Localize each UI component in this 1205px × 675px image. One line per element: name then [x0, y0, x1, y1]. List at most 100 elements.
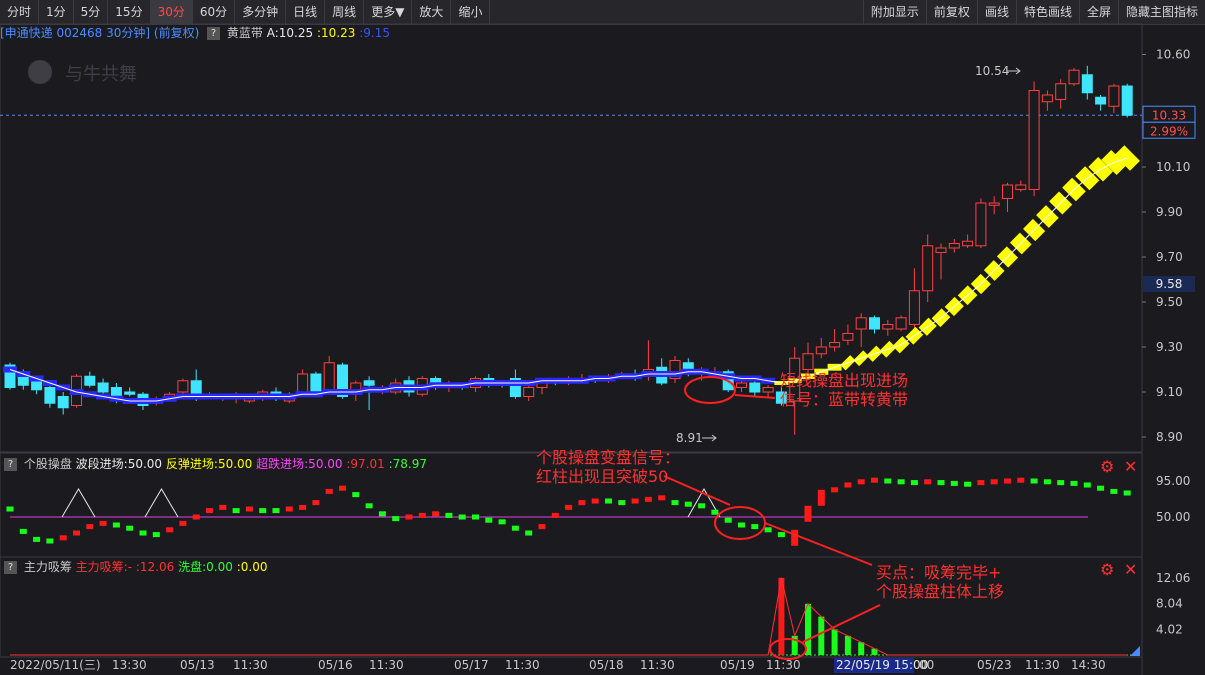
ind1-bar: [764, 527, 772, 533]
annotation-pointer-3a: [764, 522, 873, 566]
mark-price-tag: 9.58: [1156, 277, 1183, 291]
ind1-bar: [1004, 478, 1011, 484]
ind1-bar: [339, 485, 346, 491]
candle-body: [975, 202, 987, 247]
candle-body: [802, 353, 814, 370]
ind1-bar: [551, 512, 559, 518]
ind1-bar: [352, 492, 360, 498]
time-axis-label: 05/13: [180, 658, 215, 672]
ind2-bar: [818, 616, 825, 655]
time-axis-label: 05/18: [589, 658, 624, 672]
candle-body: [762, 387, 774, 393]
ind1-bar: [1123, 490, 1131, 496]
high-price-label: 10.54: [975, 64, 1009, 78]
ind1-axis-label: 95.00: [1156, 474, 1190, 488]
ind1-bar: [1057, 480, 1065, 486]
candle-body: [1095, 96, 1107, 105]
ind1-bar: [179, 520, 187, 526]
ind1-bar: [804, 505, 812, 522]
band-line: [9, 157, 1128, 402]
annotation-1-line-1: 短线操盘出现进场: [780, 371, 908, 390]
ind1-bar: [219, 504, 227, 510]
ind1-bar: [392, 516, 400, 522]
time-axis-label: 05/23: [977, 658, 1012, 672]
price-axis-label: 9.10: [1156, 385, 1183, 399]
candle-body: [84, 375, 96, 386]
time-axis-label: 11:30: [233, 658, 268, 672]
candle-body: [882, 324, 894, 330]
ind1-bar: [817, 489, 825, 506]
ind1-bar: [405, 514, 413, 520]
candle-body: [869, 317, 880, 330]
ind1-triangle: [144, 488, 179, 518]
candle-body: [1002, 184, 1013, 199]
ind1-bar: [924, 479, 932, 485]
ind1-bar: [206, 508, 213, 514]
close-icon: ✕: [1124, 560, 1137, 579]
ind1-bar: [658, 495, 666, 501]
time-axis-label: 14:30: [1071, 658, 1106, 672]
time-axis-label: 2022/05/11(三): [10, 658, 101, 672]
ind1-bar: [751, 524, 759, 530]
ind2-bar: [844, 635, 851, 655]
ind1-bar: [857, 479, 865, 485]
candle-body: [829, 342, 841, 348]
ind1-bar: [631, 498, 639, 504]
price-axis-label: 9.30: [1156, 340, 1183, 354]
ind1-bar: [950, 480, 958, 486]
ind1-bar: [684, 501, 692, 507]
ind1-bar: [432, 511, 440, 517]
ind1-bar: [724, 517, 732, 523]
candle-body: [1028, 90, 1040, 190]
ind1-bar: [1043, 479, 1051, 485]
candle-body: [297, 373, 309, 393]
ind1-bar: [99, 520, 107, 526]
ind1-bar: [910, 480, 918, 486]
highlight-ellipse-3: [769, 638, 807, 660]
annotation-3-line-1: 买点：吸筹完毕+: [876, 563, 1001, 582]
time-axis-label: 11:30: [1025, 658, 1060, 672]
candle-body: [1041, 94, 1053, 103]
candle-body: [1068, 69, 1080, 85]
candle-body: [310, 373, 322, 393]
ind1-bar: [166, 527, 174, 533]
ind1-bar: [139, 530, 147, 536]
current-price-tag: 10.33: [1152, 108, 1186, 122]
ind1-bar: [791, 529, 799, 546]
time-axis-label: 05/19: [720, 658, 755, 672]
candle-body: [1121, 85, 1133, 116]
ind1-bar: [299, 504, 307, 510]
ind1-bar: [605, 498, 612, 504]
ind1-bar: [618, 500, 626, 506]
price-axis-label: 8.90: [1156, 430, 1183, 444]
ind1-bar: [738, 522, 745, 528]
price-axis-label: 10.10: [1156, 160, 1190, 174]
ind1-bar: [1110, 488, 1118, 494]
settings-icon: ⚙: [1100, 560, 1114, 579]
ind1-bar: [325, 488, 333, 494]
ind1-bar: [591, 498, 599, 504]
ind1-bar: [711, 509, 719, 515]
time-axis-label: 11:30: [766, 658, 801, 672]
ind1-bar: [272, 508, 280, 514]
watermark-logo: [28, 60, 52, 84]
candle-body: [1055, 83, 1067, 100]
ind1-bar: [990, 479, 998, 485]
candle-body: [962, 240, 974, 247]
ind1-bar: [152, 532, 160, 538]
candle-body: [323, 362, 335, 393]
ind1-bar: [6, 506, 14, 512]
candle-body: [1015, 184, 1027, 190]
ind1-bar: [232, 508, 240, 514]
ind1-bar: [126, 525, 134, 531]
ind1-bar: [1070, 480, 1078, 486]
candle-body: [1108, 85, 1120, 107]
ind1-bar: [977, 480, 985, 486]
ind1-bar: [511, 525, 519, 531]
ind1-bar: [565, 504, 573, 510]
main-panel-frame: [0, 23, 1143, 453]
ind2-axis-label: 8.04: [1156, 597, 1183, 611]
candle-body: [736, 382, 747, 388]
ind2-axis-label: 4.02: [1156, 622, 1183, 636]
time-axis-label: 22/05/19 15:00: [836, 658, 928, 672]
